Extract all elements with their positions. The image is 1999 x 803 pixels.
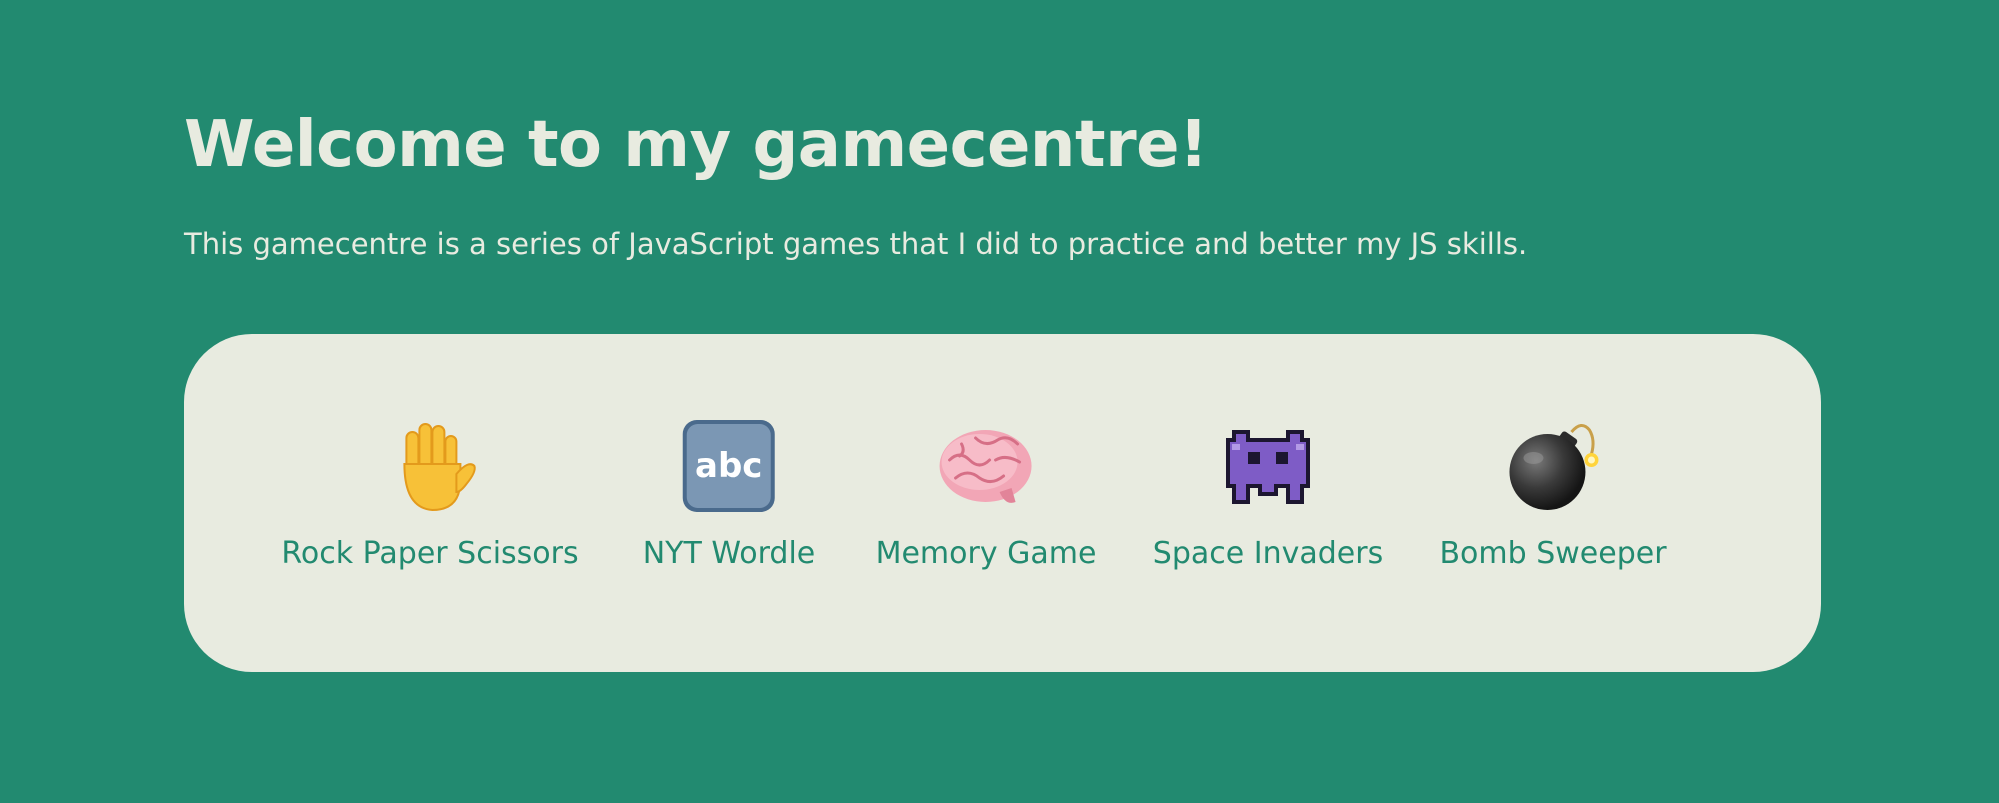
page-intro: This gamecentre is a series of JavaScrip…	[184, 227, 1528, 261]
game-label: Space Invaders	[1152, 536, 1384, 571]
game-link-rock-paper-scissors[interactable]: Rock Paper Scissors	[281, 420, 579, 574]
brain-icon	[936, 420, 1036, 514]
abc-icon: abc	[679, 420, 779, 514]
games-panel: Rock Paper Scissors abc NYT Wordle Memor…	[184, 334, 1821, 672]
game-label: Rock Paper Scissors	[281, 536, 579, 571]
raised-hand-icon	[380, 420, 480, 514]
page-title: Welcome to my gamecentre!	[184, 108, 1208, 182]
game-link-nyt-wordle[interactable]: abc NYT Wordle	[642, 420, 816, 574]
game-label: NYT Wordle	[642, 536, 816, 571]
bomb-icon	[1503, 420, 1603, 514]
game-link-space-invaders[interactable]: Space Invaders	[1153, 420, 1383, 574]
game-link-bomb-sweeper[interactable]: Bomb Sweeper	[1439, 420, 1667, 574]
game-link-memory-game[interactable]: Memory Game	[875, 420, 1097, 574]
game-label: Memory Game	[875, 536, 1097, 571]
game-label: Bomb Sweeper	[1439, 536, 1667, 571]
svg-text:abc: abc	[695, 446, 762, 486]
alien-invader-icon	[1218, 420, 1318, 514]
